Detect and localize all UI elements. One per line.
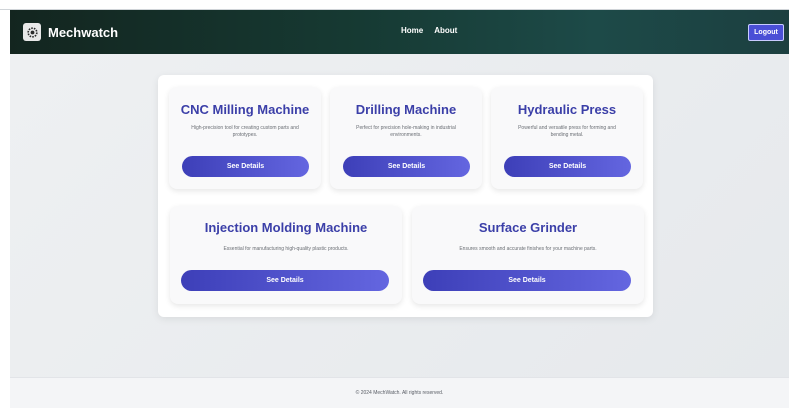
see-details-button[interactable]: See Details (182, 156, 309, 177)
card-description: Ensures smooth and accurate finishes for… (459, 246, 597, 252)
bottom-strip (0, 408, 789, 414)
top-strip (0, 0, 789, 10)
nav-links: Home About (401, 26, 457, 35)
machine-card-surface-grinder: Surface Grinder Ensures smooth and accur… (412, 206, 644, 304)
copyright-text: © 2024 MechWatch. All rights reserved. (355, 390, 444, 396)
nav-link-about[interactable]: About (434, 26, 457, 35)
main-content: CNC Milling Machine High-precision tool … (10, 54, 789, 377)
nav-link-home[interactable]: Home (401, 26, 423, 35)
card-title: Surface Grinder (478, 220, 578, 235)
see-details-button[interactable]: See Details (181, 270, 389, 291)
card-description: Powerful and versatile press for forming… (518, 125, 616, 138)
card-title: Hydraulic Press (517, 102, 617, 117)
card-description: Perfect for precision hole-making in ind… (356, 125, 456, 138)
machine-panel: CNC Milling Machine High-precision tool … (158, 75, 653, 317)
brand-name: Mechwatch (48, 24, 119, 40)
card-title: CNC Milling Machine (180, 102, 310, 117)
machine-card-injection-molding: Injection Molding Machine Essential for … (170, 206, 402, 304)
gear-icon (23, 23, 41, 41)
card-title: Injection Molding Machine (204, 220, 368, 235)
machine-card-cnc-milling: CNC Milling Machine High-precision tool … (169, 87, 321, 189)
card-description: High-precision tool for creating custom … (191, 125, 299, 138)
card-title: Drilling Machine (355, 102, 457, 117)
machine-card-hydraulic-press: Hydraulic Press Powerful and versatile p… (491, 87, 643, 189)
see-details-button[interactable]: See Details (343, 156, 470, 177)
logout-button[interactable]: Logout (748, 24, 784, 41)
footer: © 2024 MechWatch. All rights reserved. (10, 377, 789, 408)
machine-card-drilling: Drilling Machine Perfect for precision h… (330, 87, 482, 189)
card-description: Essential for manufacturing high-quality… (223, 246, 349, 252)
brand[interactable]: Mechwatch (23, 23, 118, 41)
see-details-button[interactable]: See Details (423, 270, 631, 291)
navbar: Mechwatch Home About Logout (10, 10, 789, 54)
see-details-button[interactable]: See Details (504, 156, 631, 177)
